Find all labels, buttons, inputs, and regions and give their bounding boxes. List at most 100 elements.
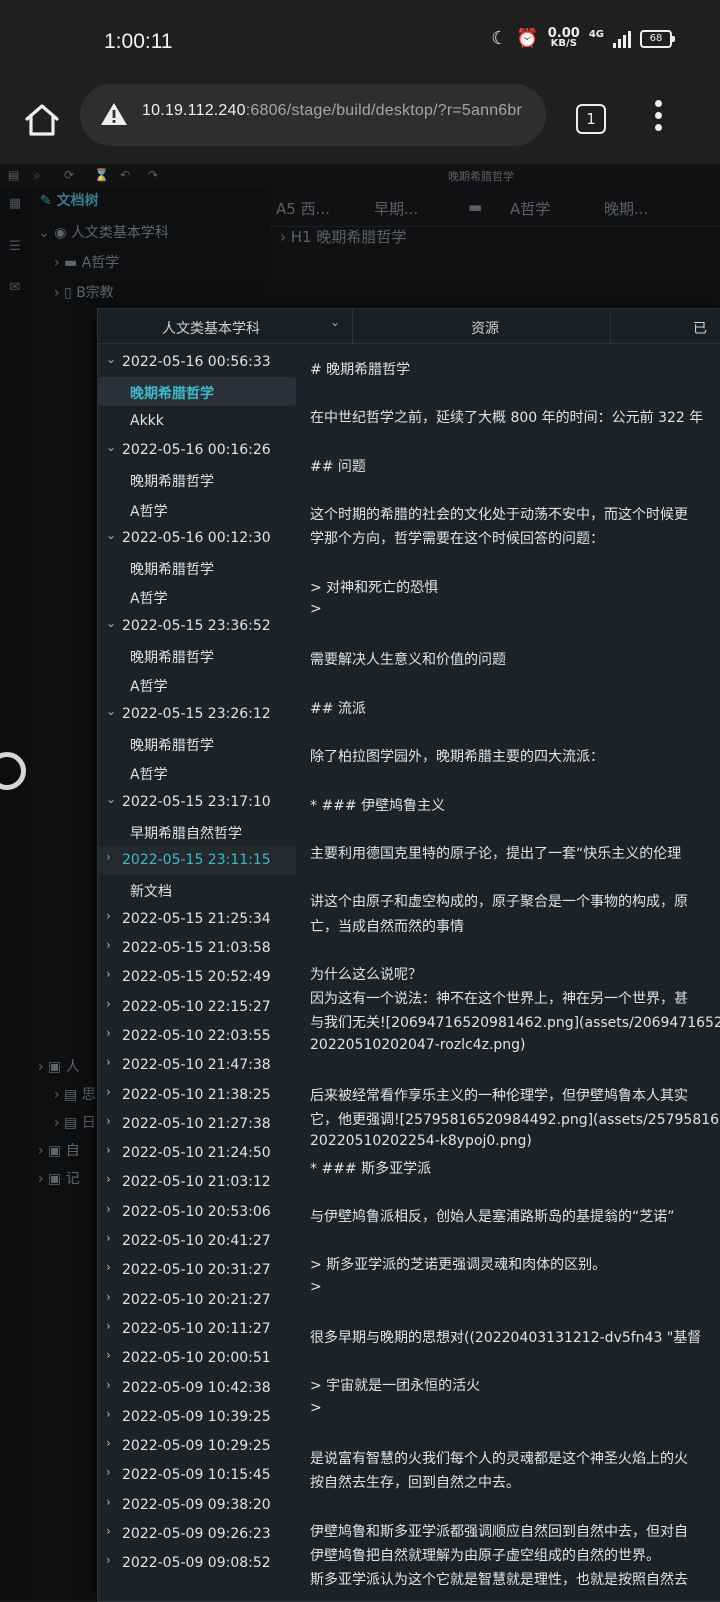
history-group[interactable]: › 2022-05-09 10:15:45 bbox=[98, 1461, 296, 1490]
redo-icon[interactable]: ↷ bbox=[148, 168, 158, 182]
tab-assets[interactable]: 资源 bbox=[352, 309, 609, 343]
sync-icon[interactable]: ⟳ bbox=[64, 168, 74, 182]
tab-doc[interactable]: A哲学 bbox=[510, 198, 550, 219]
history-file[interactable]: 晚期希腊哲学 bbox=[98, 641, 296, 670]
history-group[interactable]: › 2022-05-09 10:42:38 bbox=[98, 1374, 296, 1403]
history-group[interactable]: › 2022-05-10 21:47:38 bbox=[98, 1051, 296, 1080]
history-label: 2022-05-10 21:03:12 bbox=[122, 1174, 271, 1191]
history-group[interactable]: › 2022-05-10 21:24:50 bbox=[98, 1139, 296, 1168]
history-group[interactable]: › 2022-05-15 23:11:15 bbox=[98, 846, 296, 876]
content-line: 按自然去生存，回到自然之中去。 bbox=[310, 1475, 520, 1492]
file-tree-dock-icon[interactable]: ▦ bbox=[0, 196, 30, 211]
signal-icon bbox=[613, 30, 631, 48]
outline-dock-icon[interactable]: ☰ bbox=[0, 239, 30, 254]
tree-notebook-root[interactable]: ⌄ ◉ 人文类基本学科 bbox=[38, 222, 169, 252]
history-group[interactable]: › 2022-05-10 21:27:38 bbox=[98, 1110, 296, 1139]
history-group[interactable]: ⌄ 2022-05-16 00:56:33 bbox=[98, 348, 296, 377]
tree-notebook[interactable]: › ▣ 自 bbox=[38, 1140, 80, 1170]
history-group[interactable]: › 2022-05-10 21:38:25 bbox=[98, 1081, 296, 1110]
history-file[interactable]: 晚期希腊哲学 bbox=[98, 553, 296, 582]
address-bar[interactable]: 10.19.112.240:6806/stage/build/desktop/?… bbox=[80, 84, 546, 146]
history-file[interactable]: A哲学 bbox=[98, 582, 296, 611]
history-file[interactable]: A哲学 bbox=[98, 758, 296, 787]
history-file[interactable]: 晚期希腊哲学 bbox=[98, 465, 296, 494]
history-label: 2022-05-09 10:29:25 bbox=[122, 1438, 271, 1455]
history-label: 2022-05-09 10:15:45 bbox=[122, 1467, 271, 1484]
tab-doc[interactable]: A5 西... bbox=[276, 198, 330, 219]
content-line: 需要解决人生意义和价值的问题 bbox=[310, 652, 506, 669]
history-group[interactable]: › 2022-05-10 20:11:27 bbox=[98, 1315, 296, 1344]
content-line: 亡，当成自然而然的事情 bbox=[310, 918, 464, 935]
tree-notebook[interactable]: › ▣ 人 bbox=[38, 1056, 80, 1086]
history-file[interactable]: 早期希腊自然哲学 bbox=[98, 817, 296, 846]
history-group[interactable]: › 2022-05-15 20:52:49 bbox=[98, 963, 296, 992]
history-label: 2022-05-10 22:15:27 bbox=[122, 998, 271, 1015]
tab-deleted[interactable]: 已 bbox=[610, 309, 720, 343]
history-group[interactable]: ⌄ 2022-05-15 23:36:52 bbox=[98, 612, 296, 641]
breadcrumb[interactable]: › H1 晚期希腊哲学 bbox=[280, 226, 406, 247]
tree-item[interactable]: › ▬ A哲学 bbox=[54, 252, 119, 282]
history-icon[interactable]: ⌛ bbox=[94, 168, 109, 182]
warning-icon[interactable] bbox=[100, 102, 128, 126]
chevron-down-icon: ⌄ bbox=[106, 439, 117, 454]
history-group[interactable]: ⌄ 2022-05-16 00:16:26 bbox=[98, 436, 296, 465]
app-title-strip: ▤ ⌕ ⟳ ⌛ ↶ ↷ 晚期希腊哲学 bbox=[0, 164, 720, 186]
content-line: 学那个方向，哲学需要在这个时候回答的问题： bbox=[310, 531, 604, 548]
history-group[interactable]: › 2022-05-15 21:03:58 bbox=[98, 934, 296, 963]
history-file[interactable]: Akkk bbox=[98, 407, 296, 436]
tree-notebook[interactable]: › ▣ 记 bbox=[38, 1168, 80, 1198]
history-group[interactable]: ⌄ 2022-05-15 23:26:12 bbox=[98, 700, 296, 729]
url-text[interactable]: 10.19.112.240:6806/stage/build/desktop/?… bbox=[142, 102, 542, 120]
history-file[interactable]: A哲学 bbox=[98, 495, 296, 524]
doc-icon: ▬ bbox=[468, 198, 483, 216]
history-label: 2022-05-10 21:24:50 bbox=[122, 1145, 271, 1162]
history-label: 2022-05-09 09:08:52 bbox=[122, 1555, 271, 1572]
content-line: 是说富有智慧的火我们每个人的灵魂都是这个神圣火焰上的火 bbox=[310, 1451, 688, 1467]
browser-toolbar: 10.19.112.240:6806/stage/build/desktop/?… bbox=[0, 84, 720, 164]
tab-switcher-button[interactable]: 1 bbox=[576, 104, 606, 134]
history-label: 晚期希腊哲学 bbox=[130, 562, 214, 579]
history-file[interactable]: 晚期希腊哲学 bbox=[98, 377, 296, 407]
content-line: 很多早期与晚期的思想对((20220403131212-dv5fn43 "基督 bbox=[310, 1330, 702, 1346]
notebook-header[interactable]: ✎ 文档树 bbox=[40, 190, 99, 220]
history-list: ⌄ 2022-05-16 00:56:33 晚期希腊哲学 Akkk ⌄ 2022-05-1… bbox=[98, 343, 296, 1601]
history-group[interactable]: › 2022-05-09 09:38:20 bbox=[98, 1491, 296, 1520]
history-group[interactable]: › 2022-05-09 10:39:25 bbox=[98, 1403, 296, 1432]
history-label: 2022-05-16 00:12:30 bbox=[122, 529, 271, 546]
history-file[interactable]: 晚期希腊哲学 bbox=[98, 729, 296, 758]
history-group[interactable]: › 2022-05-10 20:31:27 bbox=[98, 1256, 296, 1285]
history-file[interactable]: 新文档 bbox=[98, 875, 296, 904]
content-line: * ### 斯多亚学派 bbox=[310, 1160, 432, 1177]
history-group[interactable]: › 2022-05-09 09:08:52 bbox=[98, 1549, 296, 1578]
history-group[interactable]: ⌄ 2022-05-15 23:17:10 bbox=[98, 788, 296, 817]
notebook-select[interactable]: 人文类基本学科 ⌄ bbox=[98, 309, 351, 343]
history-group[interactable]: › 2022-05-10 20:53:06 bbox=[98, 1198, 296, 1227]
tree-item[interactable]: › ▤ 思 bbox=[54, 1084, 96, 1114]
history-group[interactable]: › 2022-05-09 10:29:25 bbox=[98, 1432, 296, 1461]
undo-icon[interactable]: ↶ bbox=[120, 168, 130, 182]
inbox-dock-icon[interactable]: ✉ bbox=[0, 280, 30, 295]
history-label: 晚期希腊哲学 bbox=[130, 650, 214, 666]
workspace-icon[interactable]: ▤ bbox=[8, 168, 19, 182]
home-icon[interactable] bbox=[22, 100, 62, 140]
content-line: 因为这有一个说法：神不在这个世界上，神在另一个世界，甚 bbox=[310, 991, 688, 1008]
tree-item[interactable]: › ▤ 日 bbox=[54, 1112, 96, 1142]
search-icon[interactable]: ⌕ bbox=[34, 168, 41, 183]
history-group[interactable]: › 2022-05-10 22:15:27 bbox=[98, 993, 296, 1022]
history-label: 2022-05-15 23:26:12 bbox=[122, 705, 271, 722]
history-group[interactable]: › 2022-05-10 21:03:12 bbox=[98, 1168, 296, 1197]
history-file[interactable]: A哲学 bbox=[98, 670, 296, 699]
chevron-right-icon: › bbox=[106, 1084, 111, 1099]
history-group[interactable]: › 2022-05-10 20:21:27 bbox=[98, 1286, 296, 1315]
history-group[interactable]: › 2022-05-15 21:25:34 bbox=[98, 905, 296, 934]
history-group[interactable]: › 2022-05-10 20:41:27 bbox=[98, 1227, 296, 1256]
history-group[interactable]: ⌄ 2022-05-16 00:12:30 bbox=[98, 524, 296, 553]
editor-tab-bar: A5 西... 早期... ▬ A哲学 晚期... bbox=[270, 186, 720, 227]
tab-doc[interactable]: 晚期... bbox=[604, 198, 648, 219]
chevron-right-icon: › bbox=[106, 1231, 111, 1245]
more-menu-icon[interactable] bbox=[654, 100, 664, 136]
history-group[interactable]: › 2022-05-09 09:26:23 bbox=[98, 1520, 296, 1549]
history-group[interactable]: › 2022-05-10 20:00:51 bbox=[98, 1344, 296, 1373]
history-group[interactable]: › 2022-05-10 22:03:55 bbox=[98, 1022, 296, 1051]
tab-doc[interactable]: 早期... bbox=[374, 198, 418, 219]
